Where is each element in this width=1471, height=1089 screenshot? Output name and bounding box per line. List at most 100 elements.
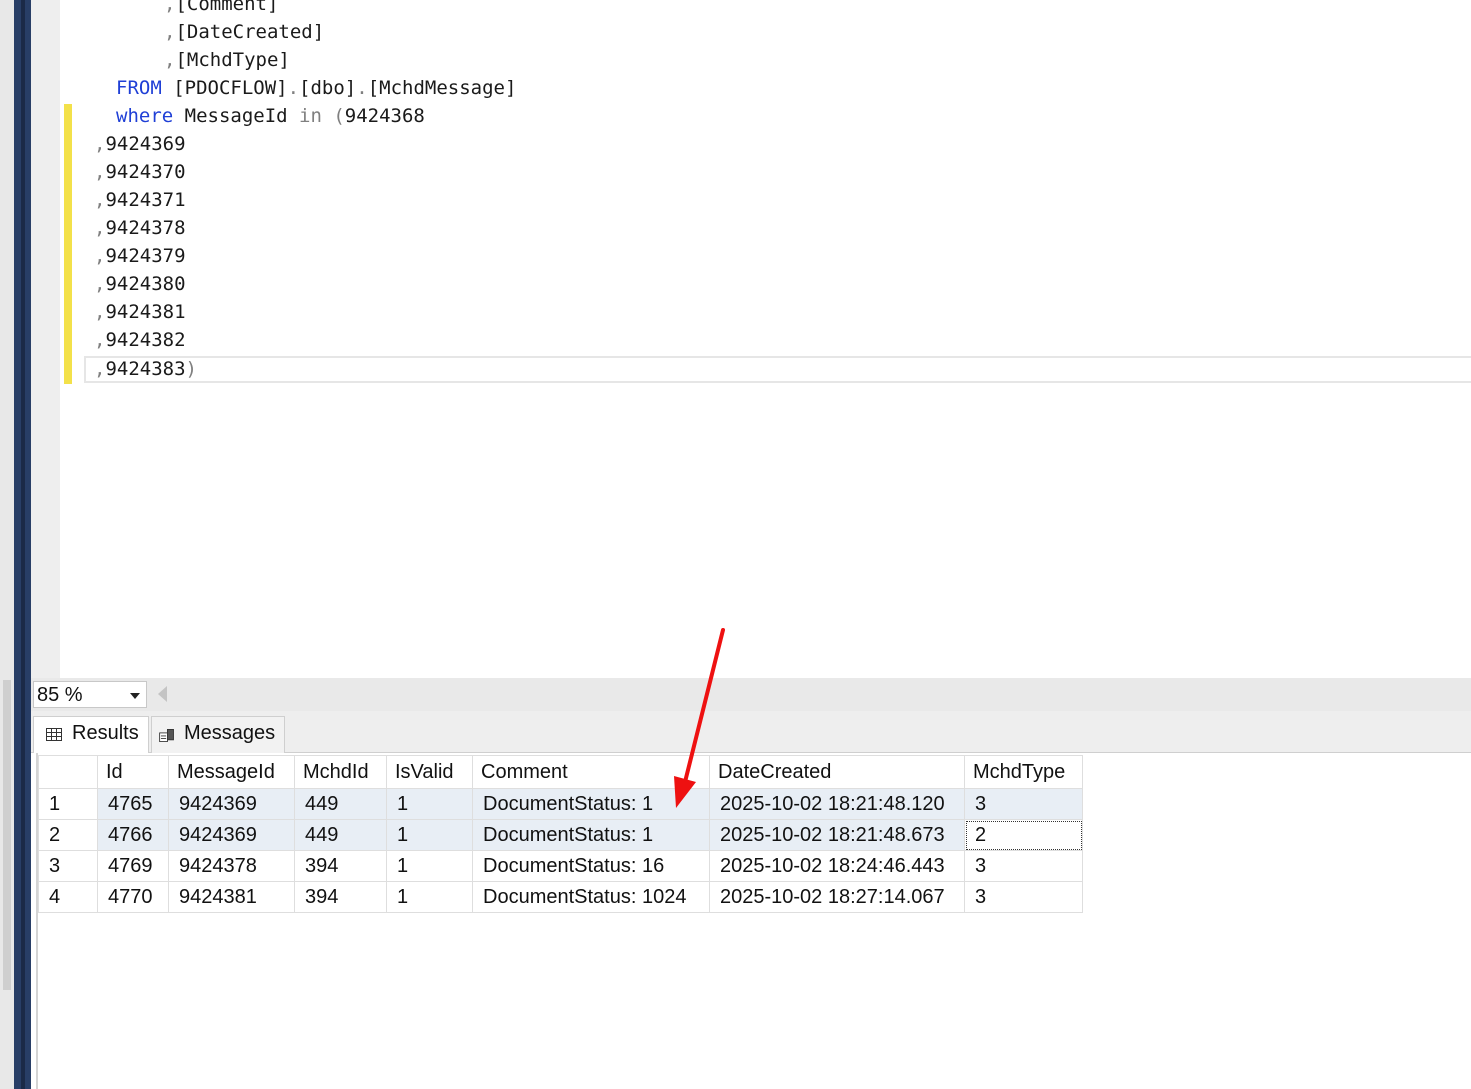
code-token: 9424378 <box>105 217 186 239</box>
cell-messageid[interactable]: 9424369 <box>168 788 295 820</box>
tab-results-label: Results <box>72 722 139 744</box>
code-token: MessageId <box>184 105 300 127</box>
zoom-value: 85 % <box>37 684 83 706</box>
code-token: , <box>164 49 176 71</box>
code-line[interactable]: ,9424379 <box>94 242 186 270</box>
window-edge-bar <box>14 0 31 1089</box>
code-line[interactable]: ,[Comment] <box>164 0 278 18</box>
code-token: , <box>94 189 106 211</box>
tab-results[interactable]: Results <box>33 716 149 753</box>
code-token: ) <box>185 358 197 380</box>
code-token: , <box>94 161 106 183</box>
code-line[interactable]: ,9424378 <box>94 214 186 242</box>
cell-mchdid[interactable]: 394 <box>294 850 387 882</box>
code-token: . <box>356 77 368 99</box>
cell-datecreated[interactable]: 2025-10-02 18:21:48.673 <box>709 819 965 851</box>
tab-messages[interactable]: Messages <box>151 716 285 753</box>
cell-mchdid[interactable]: 394 <box>294 881 387 913</box>
cell-isvalid[interactable]: 1 <box>386 788 473 820</box>
code-line[interactable]: ,9424371 <box>94 186 186 214</box>
code-token: 9424380 <box>105 273 186 295</box>
cell-comment[interactable]: DocumentStatus: 1 <box>472 788 710 820</box>
code-token: 9424383 <box>105 358 186 380</box>
sql-keyword: FROM <box>116 77 174 99</box>
code-token: 9424371 <box>105 189 186 211</box>
sql-keyword: where <box>116 105 185 127</box>
cell-datecreated[interactable]: 2025-10-02 18:24:46.443 <box>709 850 965 882</box>
cell-messageid[interactable]: 9424369 <box>168 819 295 851</box>
column-header-id[interactable]: Id <box>97 755 169 789</box>
code-line[interactable]: ,9424369 <box>94 130 186 158</box>
row-number[interactable]: 3 <box>38 850 98 882</box>
scroll-left-icon[interactable] <box>158 686 167 702</box>
cell-isvalid[interactable]: 1 <box>386 881 473 913</box>
cell-mchdtype-active[interactable]: 2 <box>964 819 1083 851</box>
chevron-down-icon[interactable] <box>130 693 140 699</box>
code-token: [MchdType] <box>175 49 290 71</box>
column-header-isvalid[interactable]: IsValid <box>386 755 473 789</box>
code-line[interactable]: ,[MchdType] <box>164 46 290 74</box>
cell-comment[interactable]: DocumentStatus: 1 <box>472 819 710 851</box>
cell-mchdid[interactable]: 449 <box>294 819 387 851</box>
code-token: [MchdMessage] <box>367 77 517 99</box>
zoom-bar: 85 % <box>31 678 1471 711</box>
cell-mchdtype[interactable]: 3 <box>964 788 1083 820</box>
column-header-mchdtype[interactable]: MchdType <box>964 755 1083 789</box>
cell-id[interactable]: 4765 <box>97 788 169 820</box>
code-token: [Comment] <box>175 0 279 15</box>
table-row[interactable]: 2 4766 9424369 449 1 DocumentStatus: 1 2… <box>38 819 1083 851</box>
outer-scrollbar[interactable] <box>0 0 14 1089</box>
cell-mchdtype[interactable]: 3 <box>964 850 1083 882</box>
code-token: 9424382 <box>105 329 186 351</box>
cell-datecreated[interactable]: 2025-10-02 18:27:14.067 <box>709 881 965 913</box>
code-line[interactable]: ,9424380 <box>94 270 186 298</box>
grid-header-row: Id MessageId MchdId IsValid Comment Date… <box>38 755 1083 789</box>
code-line[interactable]: where MessageId in (9424368 <box>116 102 425 130</box>
code-token: [DateCreated] <box>175 21 325 43</box>
column-header-comment[interactable]: Comment <box>472 755 710 789</box>
cell-id[interactable]: 4769 <box>97 850 169 882</box>
row-number[interactable]: 2 <box>38 819 98 851</box>
cell-mchdid[interactable]: 449 <box>294 788 387 820</box>
table-row[interactable]: 4 4770 9424381 394 1 DocumentStatus: 102… <box>38 881 1083 913</box>
code-line[interactable]: ,9424381 <box>94 298 186 326</box>
row-number[interactable]: 1 <box>38 788 98 820</box>
cell-messageid[interactable]: 9424381 <box>168 881 295 913</box>
grid-icon <box>46 728 62 741</box>
code-line[interactable]: FROM [PDOCFLOW].[dbo].[MchdMessage] <box>116 74 516 102</box>
results-grid-area: Id MessageId MchdId IsValid Comment Date… <box>31 753 1471 1089</box>
cell-mchdtype[interactable]: 3 <box>964 881 1083 913</box>
cell-comment[interactable]: DocumentStatus: 1024 <box>472 881 710 913</box>
code-token: , <box>94 245 106 267</box>
query-editor[interactable]: ,[Comment] ,[DateCreated] ,[MchdType] FROM … <box>60 0 1471 678</box>
table-row[interactable]: 1 4765 9424369 449 1 DocumentStatus: 1 2… <box>38 788 1083 820</box>
code-line[interactable]: ,[DateCreated] <box>164 18 324 46</box>
code-line[interactable]: ,9424370 <box>94 158 186 186</box>
cell-comment[interactable]: DocumentStatus: 16 <box>472 850 710 882</box>
results-grid[interactable]: Id MessageId MchdId IsValid Comment Date… <box>38 755 1083 913</box>
code-line[interactable]: ,9424382 <box>94 326 186 354</box>
column-header-messageid[interactable]: MessageId <box>168 755 295 789</box>
table-row[interactable]: 3 4769 9424378 394 1 DocumentStatus: 16 … <box>38 850 1083 882</box>
column-header-mchdid[interactable]: MchdId <box>294 755 387 789</box>
code-line[interactable]: ,9424383) <box>94 355 197 383</box>
current-line-highlight <box>84 356 1471 383</box>
code-token: 9424370 <box>105 161 186 183</box>
code-token: in ( <box>299 105 345 127</box>
code-token: 9424369 <box>105 133 186 155</box>
cell-isvalid[interactable]: 1 <box>386 819 473 851</box>
outer-scrollbar-thumb[interactable] <box>3 680 11 990</box>
code-token: , <box>94 133 106 155</box>
code-token: , <box>94 217 106 239</box>
code-token: , <box>164 21 176 43</box>
zoom-dropdown[interactable]: 85 % <box>33 681 147 708</box>
cell-id[interactable]: 4770 <box>97 881 169 913</box>
cell-id[interactable]: 4766 <box>97 819 169 851</box>
column-header-rownum[interactable] <box>38 755 98 789</box>
row-number[interactable]: 4 <box>38 881 98 913</box>
code-token: , <box>164 0 176 15</box>
cell-messageid[interactable]: 9424378 <box>168 850 295 882</box>
cell-isvalid[interactable]: 1 <box>386 850 473 882</box>
column-header-datecreated[interactable]: DateCreated <box>709 755 965 789</box>
cell-datecreated[interactable]: 2025-10-02 18:21:48.120 <box>709 788 965 820</box>
